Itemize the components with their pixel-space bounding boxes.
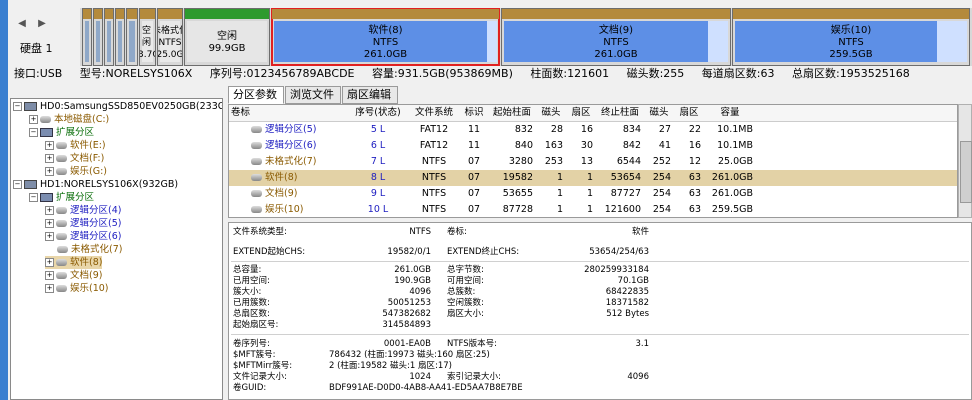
tree-node-unformatted[interactable]: 未格式化(7) [57, 243, 122, 256]
cylinders-info: 柱面数:121601 [530, 67, 610, 80]
tree-node-extended[interactable]: − 扩展分区 [29, 126, 94, 139]
tree-node-hd1-extended[interactable]: − 扩展分区 [29, 191, 94, 204]
partition-software[interactable]: 软件(8) NTFS 261.0GB [271, 8, 500, 66]
partition-icon [56, 233, 67, 240]
partition-free-1[interactable]: 空闲3.7G [139, 8, 156, 66]
partition-name: 逻辑分区(6) [251, 138, 349, 153]
expand-icon[interactable]: + [45, 232, 54, 241]
tree-node-logical-5[interactable]: + 逻辑分区(5) [45, 217, 121, 230]
partition-entertainment[interactable]: 娱乐(10) NTFS 259.5GB [732, 8, 970, 66]
interface-info: 接口:USB [14, 67, 63, 80]
partition-icon [56, 285, 67, 292]
table-scrollbar[interactable] [958, 104, 972, 218]
heads-info: 磁头数:255 [626, 67, 685, 80]
partition-icon [56, 207, 67, 214]
partition-name: 未格式化(7) [251, 154, 349, 169]
partition-icon [56, 155, 67, 162]
partition-icon [56, 142, 67, 149]
disk-info-line: 接口:USB 型号:NORELSYS106X 序列号:0123456789ABC… [14, 66, 972, 82]
table-row[interactable]: 逻辑分区(5) 5 L FAT12 11 832 28 16 834 27 22… [229, 122, 957, 138]
tab-sector-edit[interactable]: 扇区编辑 [342, 86, 398, 104]
tree-node-entertainment[interactable]: + 娱乐(10) [45, 282, 109, 295]
expand-icon[interactable]: + [45, 167, 54, 176]
partition-icon [56, 220, 67, 227]
partition-name: 逻辑分区(5) [251, 122, 349, 137]
partition-icon [251, 206, 262, 213]
partition-icon [251, 126, 262, 133]
collapse-icon[interactable]: − [29, 128, 38, 137]
expand-icon[interactable]: + [45, 284, 54, 293]
partition-icon [251, 142, 262, 149]
tree-node-local-c[interactable]: + 本地磁盘(C:) [29, 113, 109, 126]
table-row[interactable]: 逻辑分区(6) 6 L FAT12 11 840 163 30 842 41 1… [229, 138, 957, 154]
partition-block[interactable] [115, 8, 125, 66]
expand-icon[interactable]: + [45, 258, 54, 267]
partition-icon [251, 158, 262, 165]
back-arrow-icon[interactable]: ◀ [16, 18, 28, 30]
partition-block[interactable] [82, 8, 92, 66]
partition-unformatted[interactable]: 未格式化NTFS25.0G [157, 8, 183, 66]
partition-name: 娱乐(10) [251, 202, 349, 217]
disk-tree[interactable]: − HD0:SamsungSSD850EV0250GB(233GB) + 本地磁盘(… [10, 98, 223, 400]
extended-partition-icon [40, 193, 53, 202]
tree-node-f[interactable]: + 文档(F:) [45, 152, 104, 165]
tab-partition-params[interactable]: 分区参数 [228, 86, 284, 104]
partition-block[interactable] [93, 8, 103, 66]
partition-block[interactable] [104, 8, 114, 66]
partition-icon [251, 174, 262, 181]
tab-bar: 分区参数 浏览文件 扇区编辑 [228, 86, 972, 104]
expand-icon[interactable]: + [45, 206, 54, 215]
table-row[interactable]: 文档(9) 9 L NTFS 07 53655 1 1 87727 254 63… [229, 186, 957, 202]
model-info: 型号:NORELSYS106X [79, 67, 193, 80]
tree-node-hd0[interactable]: − HD0:SamsungSSD850EV0250GB(233GB) [13, 100, 222, 113]
partition-fill [85, 21, 89, 62]
expand-icon[interactable]: + [45, 154, 54, 163]
partition-name: 文档(9) [251, 186, 349, 201]
partition-name: 软件(8) [251, 170, 349, 185]
scrollbar-thumb[interactable] [960, 141, 972, 203]
tree-node-hd1[interactable]: − HD1:NORELSYS106X(932GB) [13, 178, 178, 191]
partition-details: 文件系统类型: NTFS 卷标: 软件 EXTEND起始CHS: 19582/0… [228, 222, 972, 400]
expand-icon[interactable]: + [45, 141, 54, 150]
table-header: 卷标 序号(状态) 文件系统 标识 起始柱面 磁头 扇区 终止柱面 磁头 扇区 … [229, 105, 957, 122]
disk-partition-bar[interactable]: 空闲3.7G 未格式化NTFS25.0G 空闲99.9GB 软件(8)NTFS2… [80, 8, 972, 66]
tree-node-g[interactable]: + 娱乐(G:) [45, 165, 107, 178]
partition-free-2[interactable]: 空闲 99.9GB [184, 8, 270, 66]
partition-icon [40, 116, 51, 123]
expand-icon[interactable]: + [45, 271, 54, 280]
capacity-info: 容量:931.5GB(953869MB) [372, 67, 513, 80]
expand-icon[interactable]: + [45, 219, 54, 228]
disk-label: 硬盘 1 [20, 42, 53, 55]
tree-node-logical-4[interactable]: + 逻辑分区(4) [45, 204, 121, 217]
extended-partition-icon [40, 128, 53, 137]
disk-icon [24, 180, 37, 189]
tree-node-e[interactable]: + 软件(E:) [45, 139, 106, 152]
collapse-icon[interactable]: − [13, 102, 22, 111]
partition-icon [56, 168, 67, 175]
expand-icon[interactable]: + [29, 115, 38, 124]
partition-icon [251, 190, 262, 197]
partition-icon [56, 259, 67, 266]
partition-icon [56, 272, 67, 279]
tree-node-software[interactable]: + 软件(8) [45, 256, 103, 269]
collapse-icon[interactable]: − [13, 180, 22, 189]
tree-node-documents[interactable]: + 文档(9) [45, 269, 102, 282]
table-row-selected[interactable]: 软件(8) 8 L NTFS 07 19582 1 1 53654 254 63… [229, 170, 957, 186]
total-sectors-info: 总扇区数:1953525168 [792, 67, 910, 80]
disk-icon [24, 102, 37, 111]
table-row[interactable]: 未格式化(7) 7 L NTFS 07 3280 253 13 6544 252… [229, 154, 957, 170]
disk-nav: ◀ ▶ 硬盘 1 [8, 0, 74, 64]
desktop-edge [0, 0, 8, 400]
partition-table: 卷标 序号(状态) 文件系统 标识 起始柱面 磁头 扇区 终止柱面 磁头 扇区 … [228, 104, 958, 218]
serial-info: 序列号:0123456789ABCDE [209, 67, 355, 80]
partition-block[interactable] [126, 8, 138, 66]
forward-arrow-icon[interactable]: ▶ [36, 18, 48, 30]
sectors-info: 每道扇区数:63 [701, 67, 775, 80]
partition-documents[interactable]: 文档(9) NTFS 261.0GB [501, 8, 731, 66]
tree-node-logical-6[interactable]: + 逻辑分区(6) [45, 230, 121, 243]
partition-icon [57, 246, 68, 253]
table-row[interactable]: 娱乐(10) 10 L NTFS 07 87728 1 1 121600 254… [229, 202, 957, 217]
tab-browse-files[interactable]: 浏览文件 [285, 86, 341, 104]
collapse-icon[interactable]: − [29, 193, 38, 202]
